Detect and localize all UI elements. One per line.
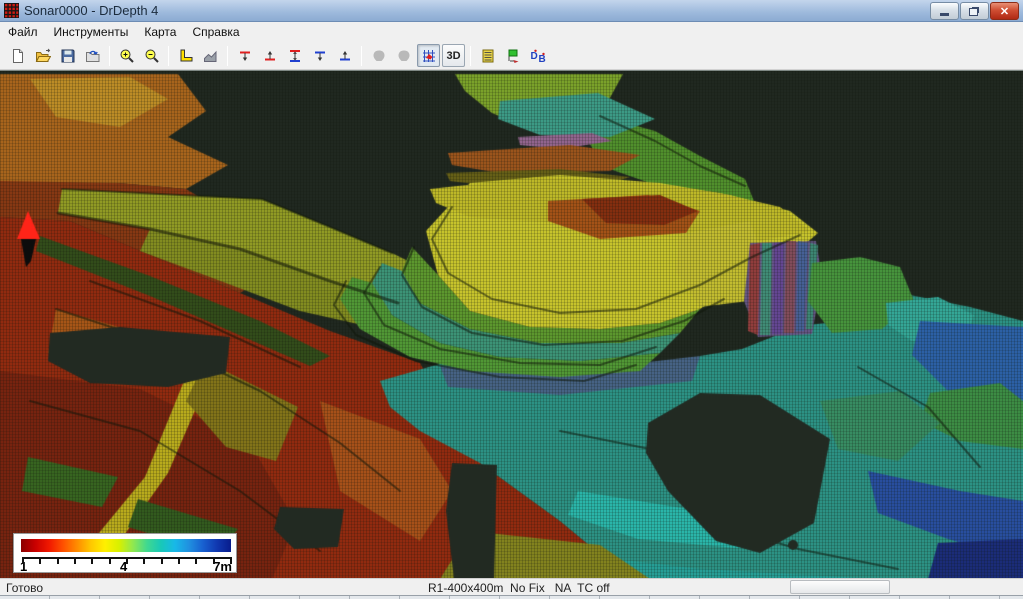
legend-tick [230,557,232,564]
floppy-icon [60,48,76,64]
legend-tick [213,557,215,564]
title-bar: Sonar0000 - DrDepth 4 ✕ [0,0,1023,22]
depth-legend: 1 4 7m [13,533,237,573]
open-folder-icon [35,48,51,64]
toolbar: 3D D B [0,42,1023,70]
menu-bar: Файл Инструменты Карта Справка [0,22,1023,42]
bottom-profile-icon [203,48,219,64]
blob-disabled-icon [396,48,412,64]
ruler-icon [178,48,194,64]
marker-range-button[interactable] [283,44,306,67]
menu-file[interactable]: Файл [0,23,46,41]
database-icon: D B [530,48,546,64]
gps-track-button[interactable] [501,44,524,67]
marker-blue-down-button[interactable] [308,44,331,67]
toolbar-separator [361,46,362,66]
data-list-icon [480,48,496,64]
database-button[interactable]: D B [526,44,549,67]
legend-tick [39,557,41,564]
blob-disabled-icon [371,48,387,64]
legend-tick [161,557,163,564]
taskbar-edge[interactable] [0,595,1023,599]
zoom-out-button[interactable] [140,44,163,67]
grid-view-button[interactable] [417,44,440,67]
restore-button[interactable] [960,2,989,20]
toolbar-separator [227,46,228,66]
legend-tick [109,557,111,564]
window-title: Sonar0000 - DrDepth 4 [24,3,158,18]
minimize-icon [940,13,949,16]
measure-button[interactable] [174,44,197,67]
marker-red-up-button[interactable] [258,44,281,67]
marker-blue-down-icon [312,48,328,64]
blob-button-2[interactable] [392,44,415,67]
legend-tick [74,557,76,564]
open-file-button[interactable] [31,44,54,67]
close-button[interactable]: ✕ [990,2,1019,20]
new-document-icon [10,48,26,64]
svg-text:D: D [530,51,537,62]
map-viewport: 1 4 7m [0,70,1023,578]
data-list-button[interactable] [476,44,499,67]
import-folder-icon [85,48,101,64]
menu-tools[interactable]: Инструменты [46,23,137,41]
legend-tick [143,557,145,564]
blob-button-1[interactable] [367,44,390,67]
toolbar-separator [470,46,471,66]
legend-tick [126,557,128,564]
toolbar-separator [168,46,169,66]
marker-red-up-icon [262,48,278,64]
marker-red-down-button[interactable] [233,44,256,67]
view-3d-label: 3D [446,50,460,62]
restore-icon [969,8,978,16]
save-button[interactable] [56,44,79,67]
marker-blue-up-button[interactable] [333,44,356,67]
close-icon: ✕ [1000,5,1009,18]
status-info: R1-400x400m No Fix NA TC off [428,581,610,595]
zoom-in-button[interactable] [115,44,138,67]
new-file-button[interactable] [6,44,29,67]
minimize-button[interactable] [930,2,959,20]
marker-red-down-icon [237,48,253,64]
menu-map[interactable]: Карта [136,23,184,41]
depth-gradient-bar [21,539,231,552]
svg-text:B: B [538,54,545,64]
legend-tick [195,557,197,564]
bathymetry-map-canvas[interactable] [0,71,1023,579]
status-bar: Готово R1-400x400m No Fix NA TC off [0,578,1023,595]
zoom-in-icon [119,48,135,64]
menu-help[interactable]: Справка [184,23,247,41]
import-data-button[interactable] [81,44,104,67]
legend-tick [57,557,59,564]
view-3d-button[interactable]: 3D [442,44,465,67]
app-icon [4,3,19,18]
toolbar-separator [109,46,110,66]
legend-tick [91,557,93,564]
legend-tick [178,557,180,564]
grid-map-icon [421,48,437,64]
marker-range-icon [287,48,303,64]
marker-blue-up-icon [337,48,353,64]
app-window: Sonar0000 - DrDepth 4 ✕ Файл Инструменты… [0,0,1023,599]
status-progress-panel [790,580,890,594]
zoom-out-icon [144,48,160,64]
gps-flag-icon [505,48,521,64]
status-ready: Готово [6,581,43,595]
legend-tick [22,557,24,564]
profile-button[interactable] [199,44,222,67]
